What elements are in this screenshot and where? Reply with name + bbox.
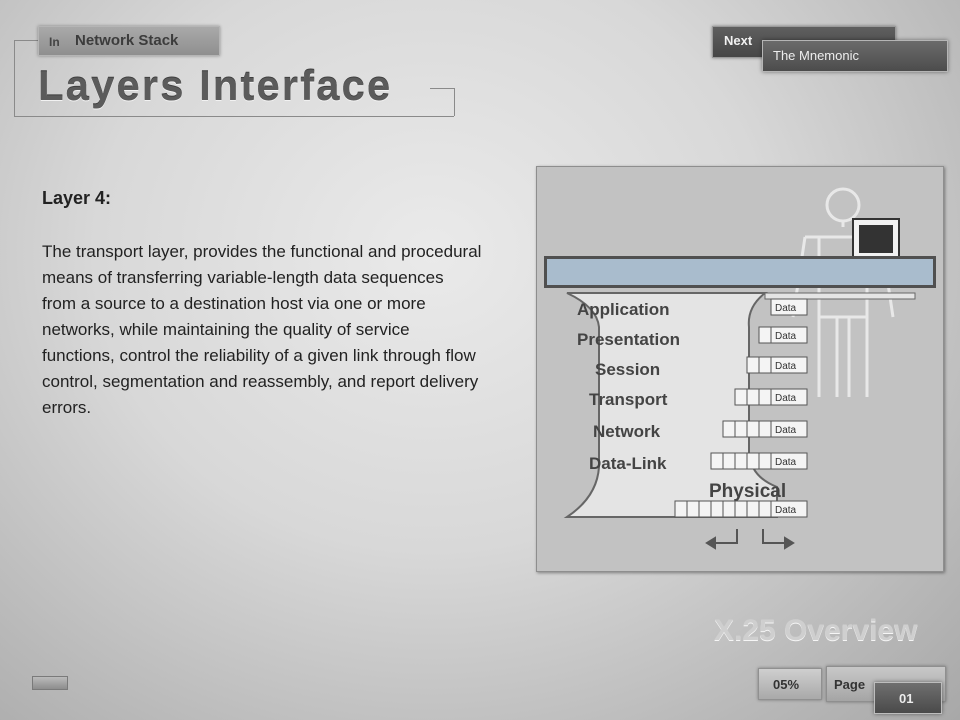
svg-text:Data: Data <box>775 303 797 314</box>
osi-diagram-graphic: Application Presentation Session Transport N… <box>563 187 916 550</box>
svg-text:Data: Data <box>775 361 797 372</box>
data-unit: Data <box>710 452 808 470</box>
svg-text:Data: Data <box>775 457 797 468</box>
frame-line <box>430 88 454 89</box>
data-unit: Data <box>734 388 808 406</box>
data-unit: Data <box>746 356 808 374</box>
svg-text:Data: Data <box>775 505 797 516</box>
svg-text:Data: Data <box>775 393 797 404</box>
in-label: In <box>49 35 60 49</box>
page-title: Layers Interface <box>38 62 393 109</box>
direction-arrows-icon <box>705 529 795 550</box>
layer-label-application: Application <box>577 300 670 319</box>
frame-line <box>14 116 454 117</box>
next-topic-button[interactable]: The Mnemonic <box>762 40 948 72</box>
svg-text:Data: Data <box>775 425 797 436</box>
page-number: 01 <box>899 691 914 706</box>
current-topic-label: Network Stack <box>75 32 179 49</box>
layer-label-session: Session <box>595 360 660 379</box>
page-label: Page <box>834 677 866 692</box>
frame-line <box>454 88 455 116</box>
layer-heading: Layer 4: <box>42 188 112 208</box>
data-unit: Data <box>674 500 808 518</box>
data-unit: Data <box>758 326 808 344</box>
layer-label-data-link: Data-Link <box>589 454 667 473</box>
data-unit: Data <box>770 298 808 316</box>
layer-label-physical: Physical <box>709 481 786 502</box>
layer-label-network: Network <box>593 422 661 441</box>
layer-description: Layer 4: The transport layer, provides t… <box>42 188 482 421</box>
active-layer-highlight <box>544 256 936 288</box>
page-number-button[interactable]: 01 <box>874 682 942 714</box>
progress-indicator: 05% <box>758 668 822 700</box>
frame-line <box>14 40 15 116</box>
layer-label-presentation: Presentation <box>577 330 680 349</box>
next-label: Next <box>724 33 753 48</box>
next-topic-label: The Mnemonic <box>773 48 859 63</box>
progress-label: 05% <box>773 677 800 692</box>
current-topic-tab[interactable]: In Network Stack <box>38 26 220 56</box>
watermark-text: X.25 Overview <box>714 614 918 647</box>
menu-button[interactable] <box>32 676 68 690</box>
osi-diagram: Application Presentation Session Transport N… <box>536 166 944 572</box>
frame-line <box>14 40 38 41</box>
layer-label-transport: Transport <box>589 390 668 409</box>
svg-text:Data: Data <box>775 331 797 342</box>
data-unit: Data <box>722 420 808 438</box>
layer-body-text: The transport layer, provides the functi… <box>42 242 482 417</box>
